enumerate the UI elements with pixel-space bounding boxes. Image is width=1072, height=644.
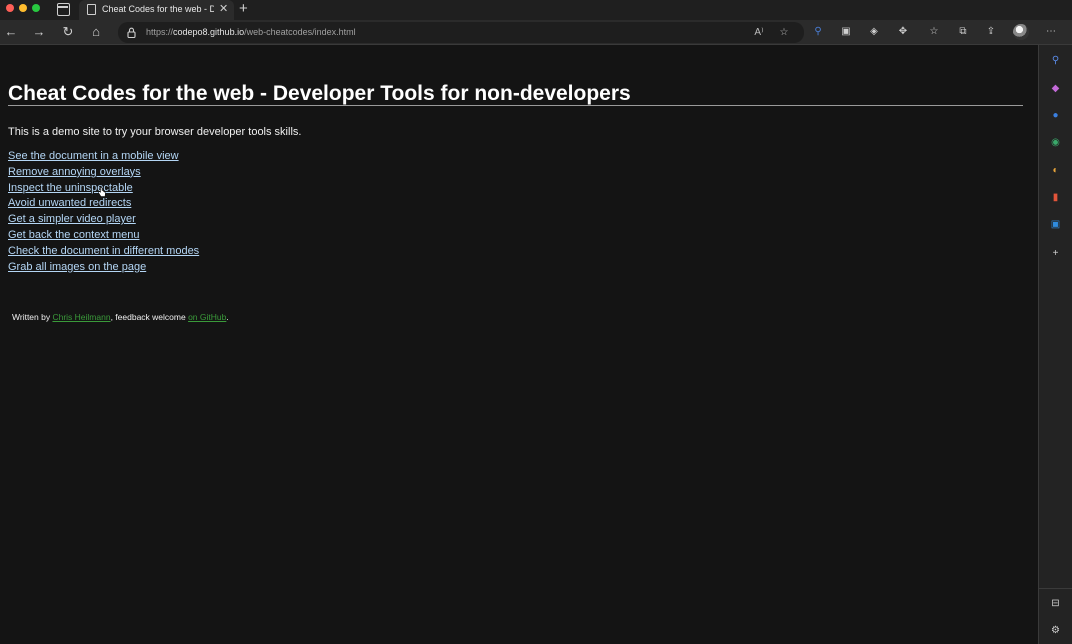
url-host: codepo8.github.io bbox=[173, 27, 245, 37]
search-icon[interactable]: ⚲ bbox=[1049, 54, 1062, 67]
footer-suffix: . bbox=[226, 312, 229, 322]
minimize-window-button[interactable] bbox=[19, 4, 27, 12]
address-bar[interactable]: https://codepo8.github.io/web-cheatcodes… bbox=[118, 22, 804, 43]
password-key-icon[interactable]: ⚲ bbox=[810, 24, 826, 40]
link-grab-images[interactable]: Grab all images on the page bbox=[8, 261, 146, 273]
page-icon bbox=[87, 4, 96, 15]
lock-icon[interactable] bbox=[127, 27, 136, 38]
settings-gear-icon[interactable]: ⚙ bbox=[1049, 624, 1062, 637]
link-inspect-uninspectable[interactable]: Inspect the uninspectable bbox=[8, 182, 133, 194]
forward-icon[interactable]: → bbox=[30, 23, 48, 41]
link-document-modes[interactable]: Check the document in different modes bbox=[8, 245, 199, 257]
home-icon[interactable]: ⌂ bbox=[87, 23, 105, 41]
page-footer: Written by Chris Heilmann, feedback welc… bbox=[12, 312, 229, 322]
add-favorite-icon[interactable]: ☆ bbox=[777, 26, 791, 40]
list-item: Grab all images on the page bbox=[8, 260, 199, 276]
profile-avatar[interactable] bbox=[1013, 24, 1029, 40]
link-mobile-view[interactable]: See the document in a mobile view bbox=[8, 150, 179, 162]
url-path: /web-cheatcodes/index.html bbox=[244, 27, 356, 37]
extension-box-icon[interactable]: ▣ bbox=[838, 24, 854, 40]
hand-cursor-icon bbox=[98, 187, 106, 197]
link-video-player[interactable]: Get a simpler video player bbox=[8, 213, 136, 225]
cheat-links-list: See the document in a mobile view Remove… bbox=[8, 149, 199, 275]
games-icon[interactable]: ◉ bbox=[1049, 136, 1062, 149]
list-item: Get a simpler video player bbox=[8, 212, 199, 228]
list-item: Avoid unwanted redirects bbox=[8, 196, 199, 212]
edge-sidebar: ⚲ ◆ ● ◉ ◐ ▮ ▣ + ⊟ ⚙ bbox=[1038, 45, 1072, 644]
new-tab-icon[interactable]: + bbox=[239, 0, 248, 17]
maximize-window-button[interactable] bbox=[32, 4, 40, 12]
extension-layers-icon[interactable]: ◈ bbox=[866, 24, 882, 40]
url-scheme: https:// bbox=[146, 27, 174, 37]
link-remove-overlays[interactable]: Remove annoying overlays bbox=[8, 166, 141, 178]
link-context-menu[interactable]: Get back the context menu bbox=[8, 229, 139, 241]
hide-sidebar-icon[interactable]: ⊟ bbox=[1049, 597, 1062, 610]
github-link[interactable]: on GitHub bbox=[188, 312, 226, 322]
tab-actions-icon[interactable] bbox=[57, 3, 70, 16]
collections-icon[interactable]: ⧉ bbox=[955, 24, 971, 40]
read-aloud-icon[interactable]: A⁾ bbox=[752, 26, 766, 40]
share-icon[interactable]: ⇪ bbox=[983, 24, 999, 40]
list-item: Remove annoying overlays bbox=[8, 165, 199, 181]
back-icon[interactable]: ← bbox=[2, 23, 20, 41]
page-title: Cheat Codes for the web - Developer Tool… bbox=[8, 82, 631, 105]
sidebar-divider bbox=[1039, 588, 1072, 589]
footer-prefix: Written by bbox=[12, 312, 53, 322]
title-bar: Cheat Codes for the web - Developer Tool… bbox=[0, 0, 1072, 20]
more-menu-icon[interactable]: ⋯ bbox=[1043, 24, 1059, 40]
link-avoid-redirects[interactable]: Avoid unwanted redirects bbox=[8, 197, 131, 209]
page-content: Cheat Codes for the web - Developer Tool… bbox=[0, 45, 1038, 644]
list-item: Get back the context menu bbox=[8, 228, 199, 244]
tools-icon[interactable]: ● bbox=[1049, 109, 1062, 122]
list-item: Check the document in different modes bbox=[8, 244, 199, 260]
extensions-icon[interactable]: ✥ bbox=[895, 24, 911, 40]
tab-title: Cheat Codes for the web - Developer Tool… bbox=[102, 4, 214, 14]
url-text[interactable]: https://codepo8.github.io/web-cheatcodes… bbox=[146, 27, 356, 37]
refresh-icon[interactable]: ↻ bbox=[59, 23, 77, 41]
tab-active[interactable]: Cheat Codes for the web - Developer Tool… bbox=[79, 0, 234, 20]
add-sidebar-app-icon[interactable]: + bbox=[1049, 247, 1062, 260]
footer-middle: , feedback welcome bbox=[110, 312, 189, 322]
list-item: See the document in a mobile view bbox=[8, 149, 199, 165]
close-tab-icon[interactable]: ✕ bbox=[219, 2, 228, 15]
intro-text: This is a demo site to try your browser … bbox=[8, 126, 302, 138]
outlook-icon[interactable]: ▣ bbox=[1049, 218, 1062, 231]
office-icon[interactable]: ▮ bbox=[1049, 191, 1062, 204]
close-window-button[interactable] bbox=[6, 4, 14, 12]
browser-toolbar: ← → ↻ ⌂ https://codepo8.github.io/web-ch… bbox=[0, 20, 1072, 45]
favorites-icon[interactable]: ☆ bbox=[926, 24, 942, 40]
shopping-icon[interactable]: ◆ bbox=[1049, 82, 1062, 95]
author-link[interactable]: Chris Heilmann bbox=[52, 312, 110, 322]
microsoft-365-icon[interactable]: ◐ bbox=[1049, 164, 1062, 177]
title-divider bbox=[8, 105, 1023, 106]
